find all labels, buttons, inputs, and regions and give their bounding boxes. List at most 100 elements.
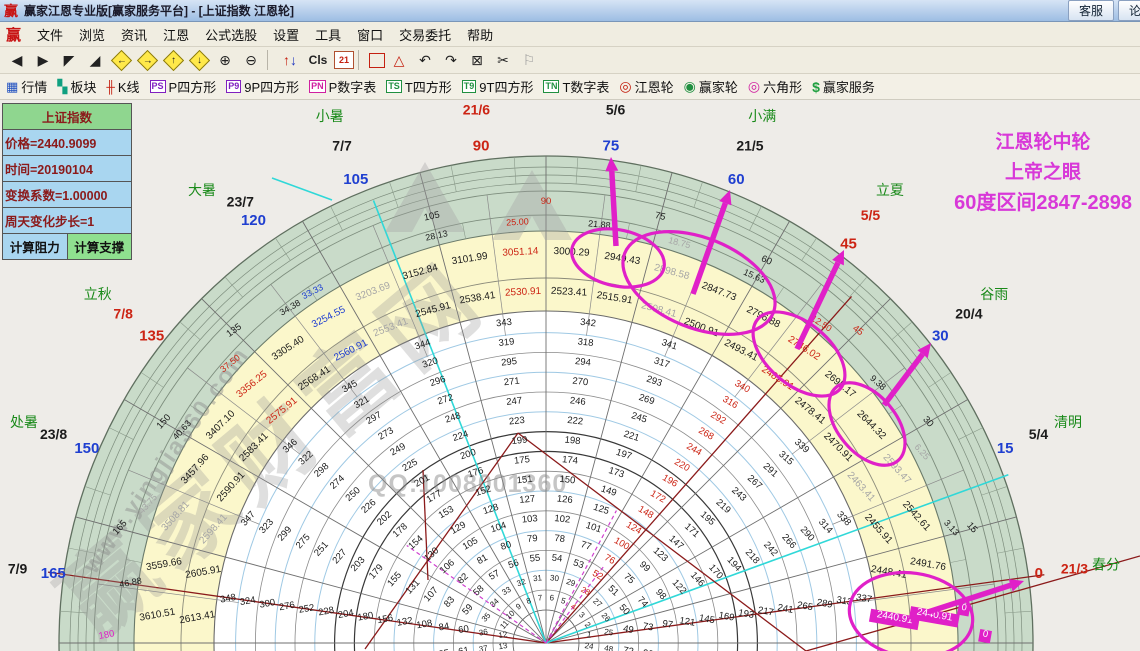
annotation-line1: 江恩轮中轮 — [995, 132, 1091, 153]
toolbar-separator — [358, 50, 365, 70]
calendar-icon[interactable]: 21 — [334, 51, 354, 69]
back-icon[interactable]: ◀ — [5, 49, 29, 71]
wheel-label: 97 — [661, 618, 673, 631]
toolbar-main: ◀ ▶ ◤ ◢ ← → ↑ ↓ ⊕ ⊖ ↑ ↓ Cls 21 △ ↶ ↷ ⊠ ✂ ⚐ — [0, 47, 1140, 74]
wheel-label: 5/6 — [606, 102, 626, 118]
wheel-label: 54 — [551, 553, 563, 565]
wheel-label: 342 — [580, 317, 597, 330]
menu-item-1[interactable]: 浏览 — [71, 23, 113, 46]
zoom-in-icon[interactable]: ⊕ — [213, 49, 237, 71]
menu-item-0[interactable]: 文件 — [29, 23, 71, 46]
menu-item-2[interactable]: 资讯 — [113, 23, 155, 46]
param-row-3: 周天变化步长=1 — [2, 208, 132, 234]
menu-item-8[interactable]: 交易委托 — [391, 23, 459, 46]
symbol-name: 上证指数 — [2, 103, 132, 130]
wheel-label: 79 — [527, 533, 539, 545]
winner-wheel-icon: ◉ — [683, 78, 696, 94]
rotate-ccw-icon[interactable]: ↶ — [413, 49, 437, 71]
wheel-label: 21/5 — [736, 138, 763, 154]
param-row-1: 时间=20190104 — [2, 156, 132, 182]
ribbon-item-江恩轮[interactable]: ◎ 江恩轮 — [619, 77, 673, 96]
app-logo-icon: 赢 — [4, 2, 18, 19]
TS: TS — [386, 80, 402, 93]
wheel-label: 271 — [503, 376, 520, 389]
triangle-tool-icon[interactable]: △ — [387, 49, 411, 71]
menu-item-7[interactable]: 窗口 — [349, 23, 391, 46]
wheel-label: 174 — [562, 454, 579, 467]
blocks-icon: ▚ — [57, 78, 68, 94]
solar-term-label: 立夏 — [876, 182, 904, 198]
ribbon-item-K线[interactable]: ╫ K线 — [106, 77, 139, 96]
wheel-label: 199 — [511, 435, 528, 448]
wheel-label: 319 — [498, 336, 515, 349]
solar-term-label: 谷雨 — [980, 286, 1008, 302]
zoom-out-icon[interactable]: ⊖ — [239, 49, 263, 71]
window-title: 赢家江恩专业版[赢家服务平台] - [上证指数 江恩轮] — [24, 4, 294, 18]
diamond-right-icon[interactable]: → — [135, 49, 159, 71]
dollar-icon: $ — [812, 78, 820, 95]
wheel-label: 30 — [932, 327, 949, 344]
ribbon-item-T数字表[interactable]: TN T数字表 — [543, 77, 609, 96]
menu-item-5[interactable]: 设置 — [265, 23, 307, 46]
wheel-label: 295 — [501, 356, 518, 369]
wheel-label: 120 — [241, 212, 266, 229]
ribbon-item-T四方形[interactable]: TS T四方形 — [386, 77, 452, 96]
wheel-label: 246 — [569, 395, 586, 408]
menu-item-6[interactable]: 工具 — [307, 23, 349, 46]
candle-icon: ╫ — [106, 79, 115, 94]
wheel-label: 90 — [541, 196, 552, 207]
ribbon-item-P四方形[interactable]: PS P四方形 — [149, 77, 216, 96]
menu-item-9[interactable]: 帮助 — [459, 23, 501, 46]
ribbon-item-赢家轮[interactable]: ◉ 赢家轮 — [684, 77, 738, 96]
wheel-label: 270 — [572, 376, 589, 389]
wheel-label: 31 — [533, 573, 543, 583]
menu-bar: 赢 文件 浏览 资讯 江恩 公式选股 设置 工具 窗口 交易委托 帮助 — [0, 22, 1140, 47]
pointer-down-icon[interactable]: ◢ — [83, 49, 107, 71]
wheel-label: 75 — [654, 210, 667, 223]
wheel-label: 84 — [438, 621, 450, 634]
ribbon-item-赢家服务[interactable]: $ 赢家服务 — [812, 77, 875, 96]
wheel-label: 3051.14 — [502, 246, 539, 259]
ribbon-item-9T四方形[interactable]: T9 9T四方形 — [461, 77, 533, 96]
menu-logo-icon: 赢 — [6, 26, 22, 44]
param-row-2: 变换系数=1.00000 — [2, 182, 132, 208]
wheel-label: 85 — [438, 648, 450, 651]
forward-icon[interactable]: ▶ — [31, 49, 55, 71]
application-window: 赢 赢家江恩专业版[赢家服务平台] - [上证指数 江恩轮] 客服 论坛 赢 文… — [0, 0, 1140, 651]
wheel-label: 2523.41 — [551, 286, 588, 299]
menu-item-4[interactable]: 公式选股 — [197, 23, 265, 46]
gann-wheel-icon: ◎ — [619, 78, 632, 94]
wheel-label: 126 — [556, 493, 573, 506]
updown-arrows-icon[interactable]: ↑ ↓ — [278, 49, 302, 71]
rotate-cw-icon[interactable]: ↷ — [439, 49, 463, 71]
ribbon-item-行情[interactable]: ▦ 行情 — [6, 77, 47, 96]
calc-support-button[interactable]: 计算支撑 — [66, 234, 132, 260]
square-tool-icon[interactable] — [369, 52, 385, 68]
wheel-label: 294 — [574, 356, 591, 369]
wheel-label: 247 — [506, 395, 523, 408]
calc-resistance-button[interactable]: 计算阻力 — [2, 234, 67, 260]
wheel-label: 45 — [840, 236, 857, 253]
wheel-label: 198 — [564, 435, 581, 448]
menu-item-3[interactable]: 江恩 — [155, 23, 197, 46]
wheel-label: 2530.91 — [505, 286, 542, 299]
wheel-label: 102 — [554, 513, 571, 526]
forum-button[interactable]: 论坛 — [1117, 0, 1140, 21]
diamond-up-icon[interactable]: ↑ — [161, 49, 185, 71]
diamond-down-icon[interactable]: ↓ — [187, 49, 211, 71]
hexagon-icon: ◎ — [747, 78, 761, 94]
ribbon-item-板块[interactable]: ▚ 板块 — [57, 77, 96, 96]
customer-service-button[interactable]: 客服 — [1067, 0, 1114, 21]
wheel-label: 55 — [529, 553, 541, 565]
wheel-label: 23/7 — [227, 193, 254, 209]
cls-button[interactable]: Cls — [304, 49, 332, 71]
ribbon-item-六角形[interactable]: ◎ 六角形 — [748, 77, 802, 96]
ribbon-item-9P四方形[interactable]: P9 9P四方形 — [226, 77, 299, 96]
pointer-up-icon[interactable]: ◤ — [57, 49, 81, 71]
x-box-icon[interactable]: ⊠ — [465, 49, 489, 71]
ribbon-item-P数字表[interactable]: PN P数字表 — [309, 77, 376, 96]
wheel-label: 0 — [1035, 565, 1043, 582]
resize-icon[interactable]: ✂ — [491, 49, 515, 71]
flag-icon[interactable]: ⚐ — [517, 49, 541, 71]
diamond-left-icon[interactable]: ← — [109, 49, 133, 71]
